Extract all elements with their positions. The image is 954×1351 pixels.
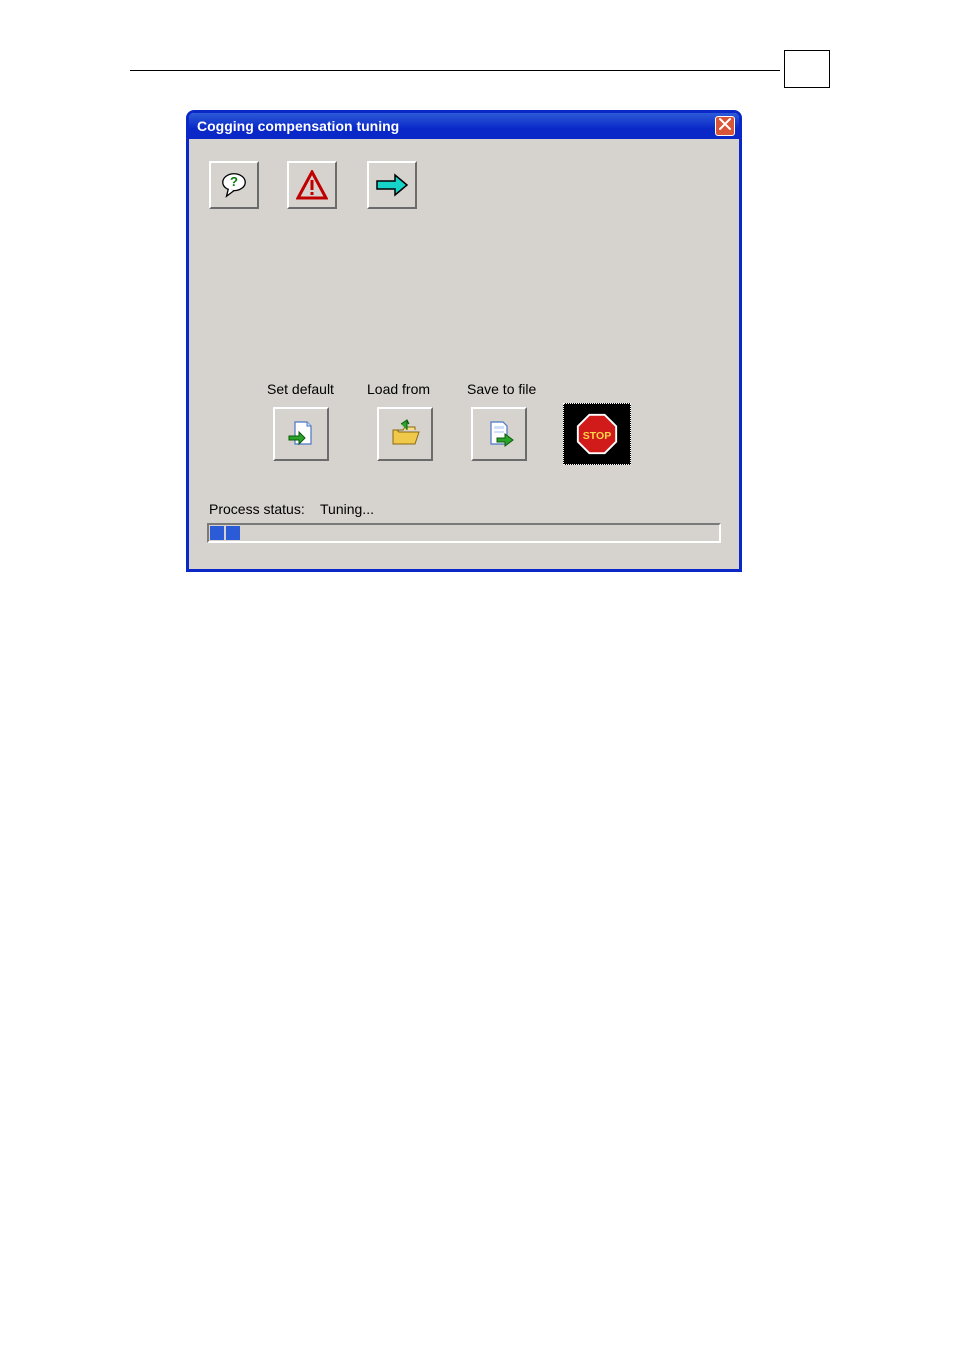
help-balloon-icon: ?	[219, 170, 249, 200]
dialog-window: Cogging compensation tuning ?	[186, 110, 742, 572]
page-header-line	[130, 70, 780, 71]
page-header-box	[784, 50, 830, 88]
folder-open-icon	[389, 418, 421, 450]
warning-triangle-icon	[296, 170, 328, 200]
close-icon	[719, 117, 731, 135]
page-header	[130, 70, 830, 96]
window-title: Cogging compensation tuning	[197, 118, 715, 134]
client-area: ? Set default Load from Save to file	[189, 139, 739, 569]
document-save-icon	[483, 418, 515, 450]
set-default-label: Set default	[267, 381, 334, 397]
process-status-value: Tuning...	[320, 501, 374, 517]
stop-sign-icon: STOP	[574, 411, 620, 457]
next-arrow-button[interactable]	[367, 161, 417, 209]
close-button[interactable]	[715, 116, 735, 136]
load-from-label: Load from	[367, 381, 430, 397]
progress-bar	[207, 523, 721, 543]
set-default-button[interactable]	[273, 407, 329, 461]
svg-text:?: ?	[230, 174, 238, 189]
help-button[interactable]: ?	[209, 161, 259, 209]
process-status: Process status: Tuning...	[209, 501, 374, 517]
progress-segment	[226, 526, 240, 540]
progress-segment	[210, 526, 224, 540]
document-default-icon	[285, 418, 317, 450]
titlebar: Cogging compensation tuning	[189, 113, 739, 139]
warning-button[interactable]	[287, 161, 337, 209]
arrow-right-icon	[375, 173, 409, 197]
load-from-button[interactable]	[377, 407, 433, 461]
stop-button[interactable]: STOP	[563, 403, 631, 465]
save-to-file-button[interactable]	[471, 407, 527, 461]
process-status-label: Process status:	[209, 501, 305, 517]
save-to-file-label: Save to file	[467, 381, 536, 397]
svg-text:STOP: STOP	[583, 430, 611, 442]
